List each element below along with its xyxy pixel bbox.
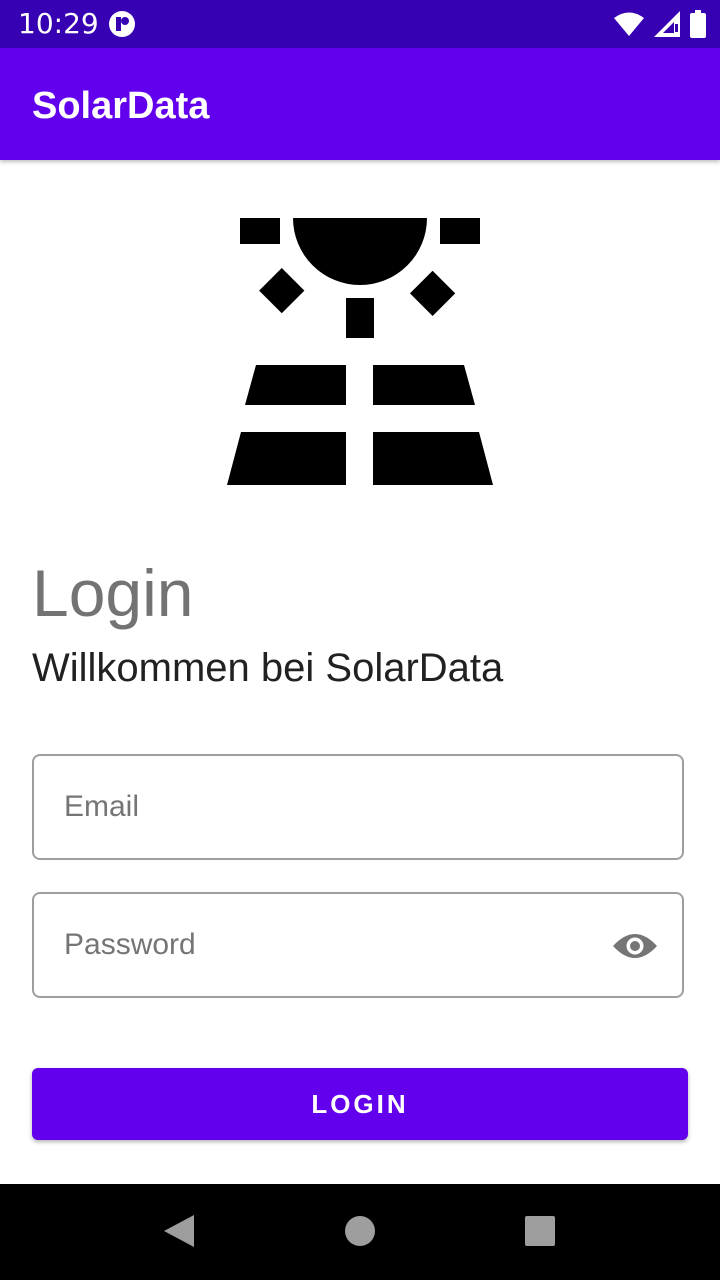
app-notification-icon (109, 11, 135, 37)
login-heading: Login (32, 556, 194, 630)
solar-panel-sun-icon (227, 218, 493, 485)
app-title: SolarData (32, 85, 210, 127)
wifi-icon (614, 12, 644, 36)
battery-icon (690, 10, 706, 38)
app-bar: SolarData (0, 48, 720, 160)
password-input[interactable] (64, 894, 624, 996)
email-input[interactable] (64, 756, 624, 858)
eye-icon[interactable] (612, 931, 658, 961)
status-time: 10:29 (18, 7, 99, 40)
status-bar: 10:29 (0, 0, 720, 48)
back-icon[interactable] (162, 1213, 196, 1249)
signal-icon (654, 11, 680, 37)
recents-icon[interactable] (524, 1215, 556, 1247)
home-icon[interactable] (344, 1215, 376, 1247)
password-field[interactable] (32, 892, 684, 998)
email-field[interactable] (32, 754, 684, 860)
status-icons (614, 10, 706, 38)
welcome-text: Willkommen bei SolarData (32, 646, 504, 690)
login-button[interactable]: LOGIN (32, 1068, 688, 1140)
